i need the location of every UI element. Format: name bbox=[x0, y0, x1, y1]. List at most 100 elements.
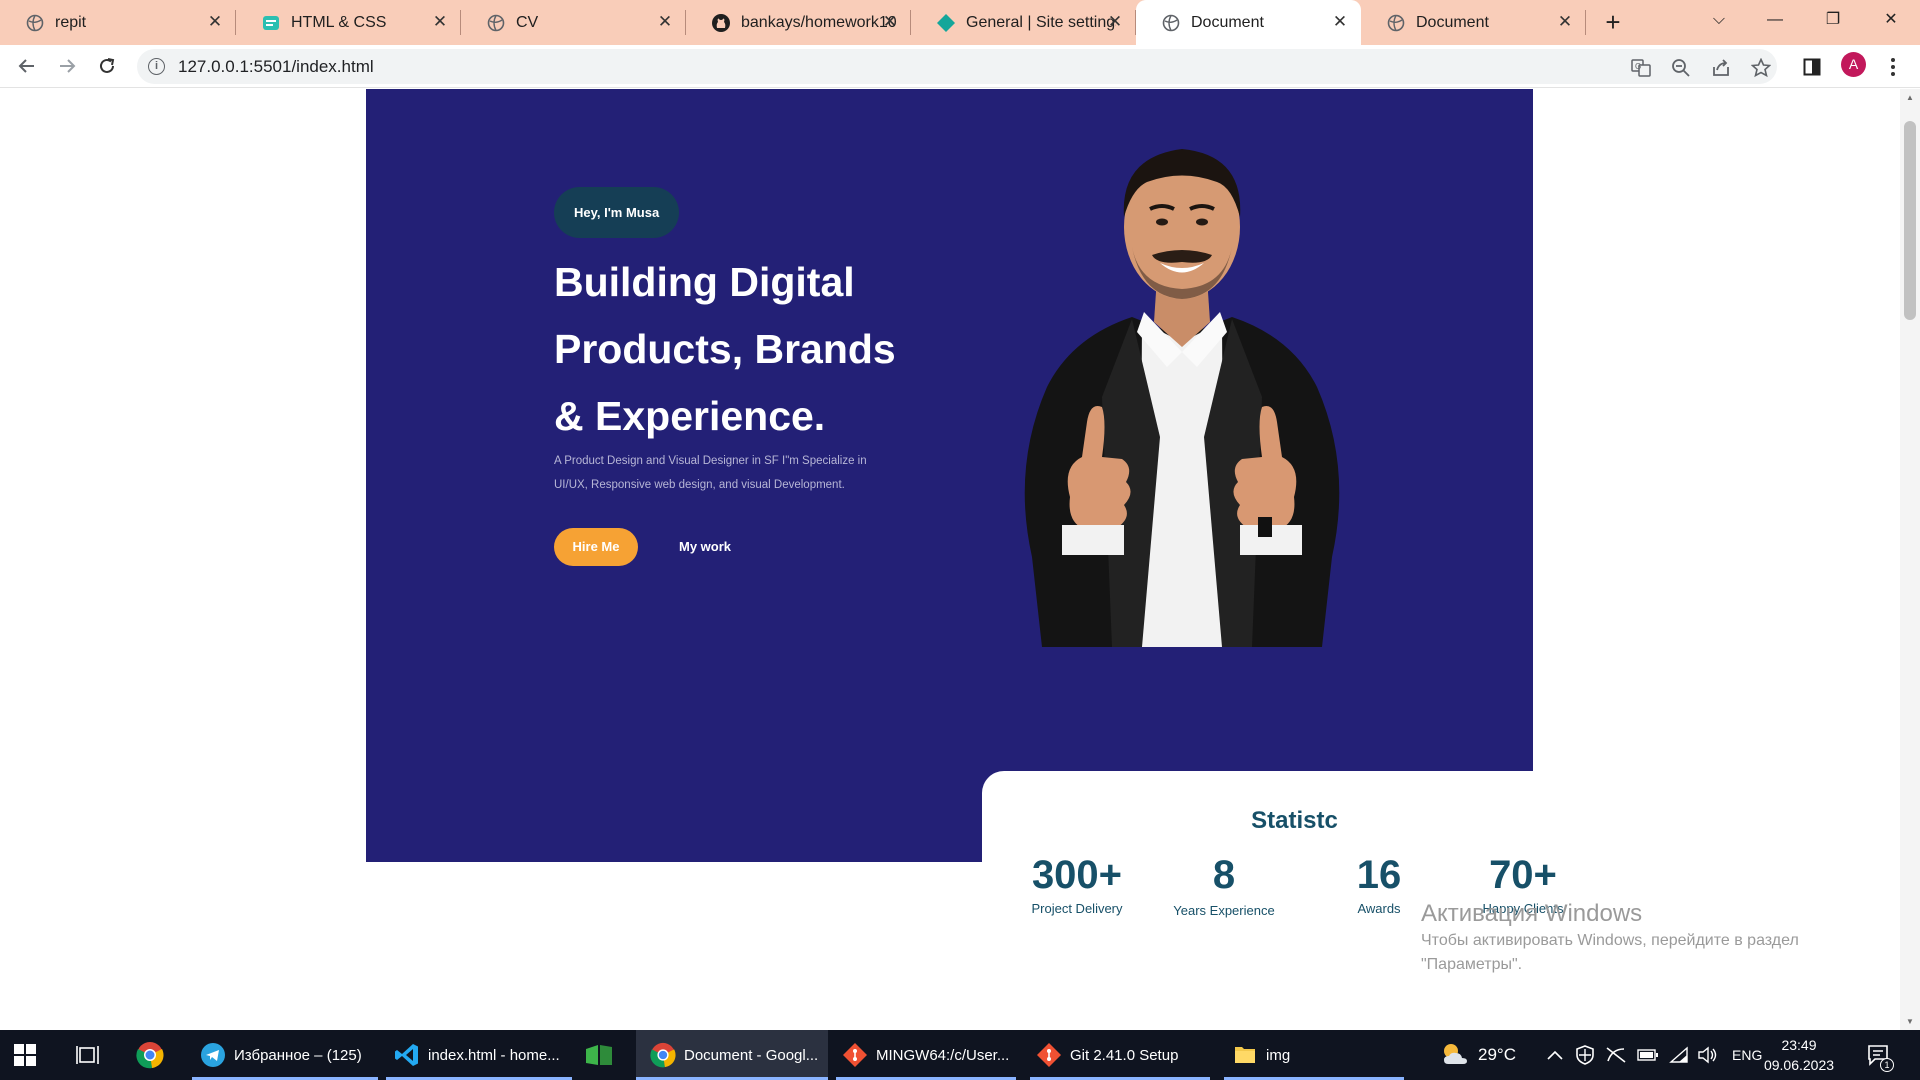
new-tab-button[interactable]: + bbox=[1597, 6, 1629, 38]
green-app-icon bbox=[586, 1045, 612, 1065]
site-info-icon[interactable]: i bbox=[148, 58, 165, 75]
address-bar[interactable]: i 127.0.0.1:5501/index.html G bbox=[137, 49, 1777, 84]
tab-close-icon[interactable]: ✕ bbox=[429, 11, 451, 33]
taskbar-git-bash[interactable]: MINGW64:/c/User... bbox=[836, 1030, 1016, 1080]
taskbar-item-label: Git 2.41.0 Setup bbox=[1070, 1046, 1179, 1064]
menu-kebab-icon[interactable] bbox=[1881, 55, 1905, 79]
security-shield-icon[interactable] bbox=[1576, 1030, 1594, 1080]
profile-avatar[interactable]: A bbox=[1841, 52, 1866, 77]
taskbar-chrome-pinned[interactable] bbox=[136, 1030, 172, 1080]
tab-document[interactable]: Document ✕ bbox=[1361, 0, 1586, 45]
page-viewport: Hey, I'm Musa Building Digital Products,… bbox=[0, 89, 1900, 1030]
tab-repit[interactable]: repit ✕ bbox=[0, 0, 236, 45]
start-button[interactable] bbox=[14, 1030, 48, 1080]
globe-icon bbox=[25, 13, 45, 33]
activation-title: Активация Windows bbox=[1421, 900, 1643, 927]
portrait-image bbox=[1024, 149, 1340, 647]
taskbar-item-label: Избранное – (125) bbox=[234, 1046, 362, 1064]
intro-badge: Hey, I'm Musa bbox=[554, 187, 680, 238]
hero-section: Hey, I'm Musa Building Digital Products,… bbox=[366, 89, 1607, 971]
tab-close-icon[interactable]: ✕ bbox=[1104, 11, 1126, 33]
tab-title: HTML & CSS bbox=[291, 13, 387, 31]
taskbar-telegram[interactable]: Избранное – (125) bbox=[192, 1030, 378, 1080]
windows-taskbar: Избранное – (125) index.html - home... D… bbox=[0, 1030, 1920, 1080]
weather-widget[interactable]: 29°C bbox=[1440, 1030, 1516, 1080]
windows-activation-watermark: Активация Windows Чтобы активировать Win… bbox=[1421, 899, 1881, 977]
minimize-button[interactable]: — bbox=[1747, 0, 1803, 40]
tab-title: Document bbox=[1416, 13, 1489, 31]
system-clock[interactable]: 23:49 09.06.2023 bbox=[1762, 1035, 1836, 1075]
stat-value: 300+ bbox=[1031, 853, 1123, 897]
tab-title: Document bbox=[1191, 13, 1264, 31]
back-button[interactable] bbox=[12, 51, 42, 81]
notification-count: 1 bbox=[1880, 1058, 1894, 1072]
html-css-icon bbox=[261, 13, 281, 33]
tab-html-css[interactable]: HTML & CSS ✕ bbox=[236, 0, 461, 45]
windows-logo-icon bbox=[14, 1044, 36, 1066]
chrome-icon bbox=[136, 1042, 164, 1069]
tab-close-icon[interactable]: ✕ bbox=[654, 11, 676, 33]
taskbar-item-label: img bbox=[1266, 1046, 1291, 1064]
scroll-up-arrow-icon[interactable]: ▲ bbox=[1900, 89, 1920, 106]
tab-cv[interactable]: CV ✕ bbox=[461, 0, 686, 45]
stat-value: 8 bbox=[1212, 853, 1236, 897]
my-work-link[interactable]: My work bbox=[679, 539, 731, 554]
wifi-icon[interactable] bbox=[1669, 1030, 1689, 1080]
weather-temperature: 29°C bbox=[1478, 1045, 1516, 1064]
tab-separator bbox=[1585, 10, 1586, 35]
task-view-button[interactable] bbox=[76, 1030, 110, 1080]
tab-github[interactable]: bankays/homework10 ✕ bbox=[686, 0, 911, 45]
side-panel-icon[interactable] bbox=[1800, 55, 1824, 79]
taskbar-chrome-document[interactable]: Document - Googl... bbox=[636, 1030, 828, 1080]
taskbar-item-label: index.html - home... bbox=[428, 1046, 560, 1064]
scroll-thumb[interactable] bbox=[1904, 121, 1916, 320]
battery-icon[interactable] bbox=[1637, 1030, 1659, 1080]
hero-title-line: Building Digital bbox=[554, 259, 855, 305]
hero-title-line: & Experience. bbox=[554, 393, 826, 439]
restore-button[interactable]: ❐ bbox=[1805, 0, 1861, 40]
scroll-down-arrow-icon[interactable]: ▼ bbox=[1900, 1013, 1920, 1030]
taskbar-folder-img[interactable]: img bbox=[1224, 1030, 1404, 1080]
stat-years-experience: 8 Years Experience bbox=[1149, 851, 1299, 921]
stat-value: 16 bbox=[1356, 853, 1402, 897]
tab-close-icon[interactable]: ✕ bbox=[204, 11, 226, 33]
tab-close-icon[interactable]: ✕ bbox=[879, 11, 901, 33]
close-window-button[interactable]: ✕ bbox=[1863, 0, 1919, 40]
tab-close-icon[interactable]: ✕ bbox=[1554, 11, 1576, 33]
taskbar-item-label: MINGW64:/c/User... bbox=[876, 1046, 1010, 1064]
taskbar-item-label: Document - Googl... bbox=[684, 1046, 819, 1064]
netlify-icon bbox=[936, 13, 956, 33]
taskbar-pinned-app[interactable] bbox=[584, 1030, 624, 1080]
browser-tab-strip: repit ✕ HTML & CSS ✕ CV ✕ bankays/homewo… bbox=[0, 0, 1920, 45]
page-scrollbar[interactable]: ▲ ▼ bbox=[1900, 89, 1920, 1030]
reload-button[interactable] bbox=[92, 51, 122, 81]
activation-text: Чтобы активировать Windows, перейдите в … bbox=[1421, 932, 1799, 973]
taskbar-vscode[interactable]: index.html - home... bbox=[386, 1030, 572, 1080]
github-icon bbox=[711, 13, 731, 33]
clock-date: 09.06.2023 bbox=[1763, 1057, 1835, 1073]
tab-netlify-settings[interactable]: General | Site settings ✕ bbox=[911, 0, 1136, 45]
zoom-icon[interactable] bbox=[1671, 58, 1691, 78]
statistics-title: Statistc bbox=[1251, 807, 1338, 834]
notification-center-button[interactable]: 1 bbox=[1866, 1030, 1894, 1080]
volume-icon[interactable] bbox=[1697, 1030, 1719, 1080]
url-text: 127.0.0.1:5501/index.html bbox=[178, 57, 374, 76]
git-setup-icon bbox=[1036, 1042, 1062, 1068]
stat-project-delivery: 300+ Project Delivery bbox=[1002, 851, 1152, 919]
git-bash-icon bbox=[842, 1042, 868, 1068]
tab-search-chevron-icon[interactable]: ⌵ bbox=[1691, 0, 1747, 40]
input-language[interactable]: ENG bbox=[1732, 1030, 1762, 1080]
hire-me-button[interactable]: Hire Me bbox=[554, 528, 638, 566]
tray-overflow-chevron-icon[interactable] bbox=[1547, 1030, 1563, 1080]
tab-close-icon[interactable]: ✕ bbox=[1329, 11, 1351, 33]
network-disconnected-icon[interactable] bbox=[1605, 1030, 1627, 1080]
translate-icon[interactable]: G bbox=[1631, 58, 1651, 78]
share-icon[interactable] bbox=[1711, 58, 1731, 78]
task-view-icon bbox=[76, 1046, 99, 1064]
tab-title: General | Site settings bbox=[966, 13, 1116, 31]
telegram-icon bbox=[200, 1042, 226, 1068]
taskbar-git-setup[interactable]: Git 2.41.0 Setup bbox=[1030, 1030, 1210, 1080]
bookmark-star-icon[interactable] bbox=[1751, 58, 1771, 78]
forward-button[interactable] bbox=[52, 51, 82, 81]
tab-document-active[interactable]: Document ✕ bbox=[1136, 0, 1361, 45]
